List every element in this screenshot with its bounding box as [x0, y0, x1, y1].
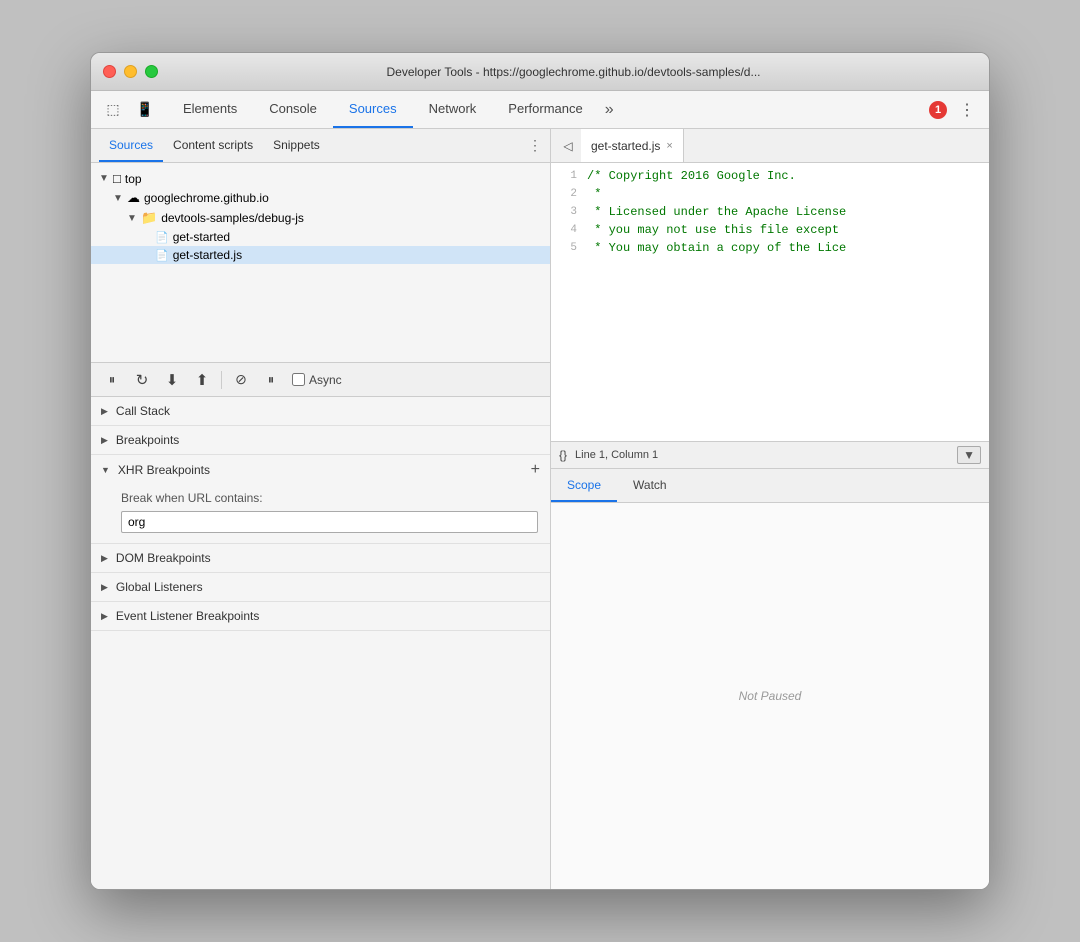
file-tree: ▼ □ top ▼ ☁ googlechrome.github.io ▼ 📁 d… — [91, 163, 550, 363]
code-line-5: 5 * You may obtain a copy of the Lice — [551, 239, 989, 257]
devtools-body: Sources Content scripts Snippets ⋮ ▼ □ t… — [91, 129, 989, 889]
dom-arrow: ▶ — [101, 553, 108, 564]
scope-watch-tabs: Scope Watch — [551, 469, 989, 503]
pretty-print-button[interactable]: {} — [559, 448, 567, 462]
code-line-1: 1 /* Copyright 2016 Google Inc. — [551, 167, 989, 185]
pause-button[interactable]: ⏸ — [99, 367, 125, 393]
tab-performance[interactable]: Performance — [492, 91, 598, 128]
editor-sidebar-toggle[interactable]: ◁ — [555, 133, 581, 159]
minimize-button[interactable] — [124, 65, 137, 78]
tab-sources[interactable]: Sources — [333, 91, 413, 128]
breakpoints-arrow: ▶ — [101, 435, 108, 446]
tab-network[interactable]: Network — [413, 91, 493, 128]
menu-button[interactable]: ⋮ — [953, 96, 981, 124]
coverage-button[interactable]: ▼ — [957, 446, 981, 464]
xhr-breakpoints-header[interactable]: ▼ XHR Breakpoints + — [91, 455, 550, 485]
tree-arrow-domain: ▼ — [113, 193, 127, 204]
sources-subtabs: Sources Content scripts Snippets ⋮ — [91, 129, 550, 163]
breakpoints-section: ▶ Breakpoints — [91, 426, 550, 455]
tree-item-get-started[interactable]: ▶ 📄 get-started — [91, 228, 550, 246]
error-badge: 1 — [929, 101, 947, 119]
scope-watch-panel: Scope Watch Not Paused — [551, 469, 989, 889]
maximize-button[interactable] — [145, 65, 158, 78]
titlebar: Developer Tools - https://googlechrome.g… — [91, 53, 989, 91]
code-line-4: 4 * you may not use this file except — [551, 221, 989, 239]
main-tabs: Elements Console Sources Network Perform… — [167, 91, 620, 128]
devtools-window: Developer Tools - https://googlechrome.g… — [90, 52, 990, 890]
step-into-button[interactable]: ⬇ — [159, 367, 185, 393]
inspect-icon[interactable]: ⬚ — [99, 97, 127, 123]
traffic-lights — [103, 65, 158, 78]
error-count-area: 1 — [929, 101, 947, 119]
event-listener-header[interactable]: ▶ Event Listener Breakpoints — [91, 602, 550, 630]
subtab-content-scripts[interactable]: Content scripts — [163, 129, 263, 162]
step-out-button[interactable]: ⬆ — [189, 367, 215, 393]
toolbar-right: 1 ⋮ — [929, 96, 981, 124]
not-paused-text: Not Paused — [551, 503, 989, 889]
editor-tab-close[interactable]: × — [666, 140, 672, 152]
subtab-more-button[interactable]: ⋮ — [528, 137, 542, 154]
xhr-arrow: ▼ — [101, 465, 110, 475]
xhr-add-button[interactable]: + — [531, 462, 540, 478]
breakpoints-panel: ▶ Call Stack ▶ Breakpoints ▼ XHR Breakpo — [91, 397, 550, 889]
folder-icon-top: □ — [113, 171, 121, 186]
tab-elements[interactable]: Elements — [167, 91, 253, 128]
call-stack-header[interactable]: ▶ Call Stack — [91, 397, 550, 425]
call-stack-section: ▶ Call Stack — [91, 397, 550, 426]
toolbar-icons: ⬚ 📱 — [99, 97, 159, 123]
file-icon-gs: 📄 — [155, 231, 169, 244]
tab-scope[interactable]: Scope — [551, 469, 617, 502]
dom-breakpoints-header[interactable]: ▶ DOM Breakpoints — [91, 544, 550, 572]
xhr-break-label: Break when URL contains: — [121, 491, 538, 505]
global-arrow: ▶ — [101, 582, 108, 593]
code-area: ◁ get-started.js × 1 /* Copyright 2016 G… — [551, 129, 989, 469]
step-over-button[interactable]: ↻ — [129, 367, 155, 393]
tree-item-domain[interactable]: ▼ ☁ googlechrome.github.io — [91, 188, 550, 208]
code-line-3: 3 * Licensed under the Apache License — [551, 203, 989, 221]
tree-arrow-top: ▼ — [99, 173, 113, 184]
tree-item-get-started-js[interactable]: ▶ 📄 get-started.js — [91, 246, 550, 264]
subtab-sources[interactable]: Sources — [99, 129, 163, 162]
window-title: Developer Tools - https://googlechrome.g… — [170, 65, 977, 79]
xhr-url-input[interactable] — [121, 511, 538, 533]
device-icon[interactable]: 📱 — [131, 97, 159, 123]
dom-breakpoints-section: ▶ DOM Breakpoints — [91, 544, 550, 573]
cursor-position: Line 1, Column 1 — [575, 449, 658, 461]
subtab-snippets[interactable]: Snippets — [263, 129, 330, 162]
tab-console[interactable]: Console — [253, 91, 333, 128]
left-panel: Sources Content scripts Snippets ⋮ ▼ □ t… — [91, 129, 551, 889]
js-file-icon: 📄 — [155, 249, 169, 262]
pause-exception-button[interactable]: ⏸ — [258, 367, 284, 393]
breakpoints-header[interactable]: ▶ Breakpoints — [91, 426, 550, 454]
tree-arrow-folder: ▼ — [127, 213, 141, 224]
tab-watch[interactable]: Watch — [617, 469, 683, 502]
xhr-breakpoints-section: ▼ XHR Breakpoints + Break when URL conta… — [91, 455, 550, 544]
main-toolbar: ⬚ 📱 Elements Console Sources Network Per… — [91, 91, 989, 129]
code-line-2: 2 * — [551, 185, 989, 203]
global-listeners-section: ▶ Global Listeners — [91, 573, 550, 602]
code-editor[interactable]: 1 /* Copyright 2016 Google Inc. 2 * 3 * … — [551, 163, 989, 441]
right-panel: ◁ get-started.js × 1 /* Copyright 2016 G… — [551, 129, 989, 889]
async-checkbox-area: Async — [292, 373, 342, 387]
scope-content: Not Paused — [551, 503, 989, 889]
event-listener-section: ▶ Event Listener Breakpoints — [91, 602, 550, 631]
close-button[interactable] — [103, 65, 116, 78]
folder-icon: 📁 — [141, 210, 157, 226]
cloud-icon: ☁ — [127, 190, 140, 206]
debug-toolbar: ⏸ ↻ ⬇ ⬆ ⊘ ⏸ Async — [91, 363, 550, 397]
more-tabs-button[interactable]: » — [599, 91, 620, 128]
editor-tab-get-started-js[interactable]: get-started.js × — [581, 129, 684, 162]
editor-status: {} Line 1, Column 1 ▼ — [551, 441, 989, 469]
deactivate-button[interactable]: ⊘ — [228, 367, 254, 393]
editor-tabs: ◁ get-started.js × — [551, 129, 989, 163]
call-stack-arrow: ▶ — [101, 406, 108, 417]
tree-item-top[interactable]: ▼ □ top — [91, 169, 550, 188]
async-checkbox[interactable] — [292, 373, 305, 386]
global-listeners-header[interactable]: ▶ Global Listeners — [91, 573, 550, 601]
xhr-content: Break when URL contains: — [91, 485, 550, 543]
event-arrow: ▶ — [101, 611, 108, 622]
debug-sep — [221, 371, 222, 389]
tree-item-folder[interactable]: ▼ 📁 devtools-samples/debug-js — [91, 208, 550, 228]
